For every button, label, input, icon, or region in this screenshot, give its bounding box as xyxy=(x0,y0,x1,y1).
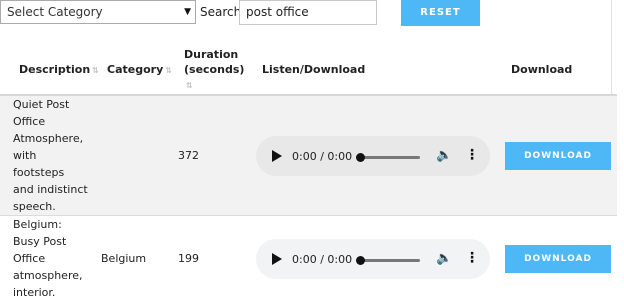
audio-progress-track[interactable] xyxy=(360,259,420,262)
filter-bar: Select Category ▼ Search: post office RE… xyxy=(0,0,624,30)
category-select-value: Select Category xyxy=(7,5,103,19)
sort-icon: ⇅ xyxy=(186,81,193,90)
header-duration-line1: Duration xyxy=(184,48,238,61)
header-listen-label: Listen/Download xyxy=(262,63,365,76)
table-header-row: Description⇅ Category⇅ Duration (seconds… xyxy=(0,45,617,95)
download-button[interactable]: DOWNLOAD xyxy=(505,142,611,170)
header-duration-line2: (seconds) xyxy=(184,63,244,76)
audio-player-cell: 0:00 / 0:00 🔈 ⋮ xyxy=(251,216,501,301)
header-duration[interactable]: Duration (seconds) ⇅ xyxy=(176,45,251,95)
header-description-label: Description xyxy=(19,63,90,76)
reset-button[interactable]: RESET xyxy=(401,0,480,26)
row-duration: 199 xyxy=(176,216,251,301)
download-cell: DOWNLOAD xyxy=(501,95,617,216)
category-select[interactable]: Select Category ▼ xyxy=(0,0,196,24)
row-category: Belgium xyxy=(96,216,176,301)
more-options-icon[interactable]: ⋮ xyxy=(465,250,479,267)
audio-progress-handle[interactable] xyxy=(356,256,365,265)
chevron-down-icon: ▼ xyxy=(184,1,191,23)
header-download: Download xyxy=(501,45,617,95)
audio-progress-track[interactable] xyxy=(360,156,420,159)
download-button[interactable]: DOWNLOAD xyxy=(505,245,611,273)
download-cell: DOWNLOAD xyxy=(501,216,617,301)
row-category xyxy=(96,95,176,216)
audio-player[interactable]: 0:00 / 0:00 🔈 ⋮ xyxy=(256,239,490,279)
row-description: Quiet Post Office Atmosphere, with foots… xyxy=(0,95,96,216)
sort-icon: ⇅ xyxy=(165,66,172,75)
row-duration: 372 xyxy=(176,95,251,216)
more-options-icon[interactable]: ⋮ xyxy=(465,147,479,164)
audio-player-cell: 0:00 / 0:00 🔈 ⋮ xyxy=(251,95,501,216)
audio-time: 0:00 / 0:00 xyxy=(292,148,352,165)
audio-progress-handle[interactable] xyxy=(356,153,365,162)
header-download-label: Download xyxy=(511,63,572,76)
header-description[interactable]: Description⇅ xyxy=(0,45,96,95)
play-icon[interactable] xyxy=(272,253,282,265)
sounds-table: Description⇅ Category⇅ Duration (seconds… xyxy=(0,45,617,301)
header-category-label: Category xyxy=(107,63,163,76)
audio-player[interactable]: 0:00 / 0:00 🔈 ⋮ xyxy=(256,136,490,176)
play-icon[interactable] xyxy=(272,150,282,162)
header-listen: Listen/Download xyxy=(251,45,501,95)
sort-icon: ⇅ xyxy=(92,66,99,75)
header-category[interactable]: Category⇅ xyxy=(96,45,176,95)
search-input[interactable]: post office xyxy=(239,0,377,25)
volume-icon[interactable]: 🔈 xyxy=(436,250,452,267)
volume-icon[interactable]: 🔈 xyxy=(436,147,452,164)
table-row: Belgium: Busy Post Office atmosphere, in… xyxy=(0,216,617,301)
table-row: Quiet Post Office Atmosphere, with foots… xyxy=(0,95,617,216)
row-description: Belgium: Busy Post Office atmosphere, in… xyxy=(0,216,96,301)
audio-time: 0:00 / 0:00 xyxy=(292,251,352,268)
